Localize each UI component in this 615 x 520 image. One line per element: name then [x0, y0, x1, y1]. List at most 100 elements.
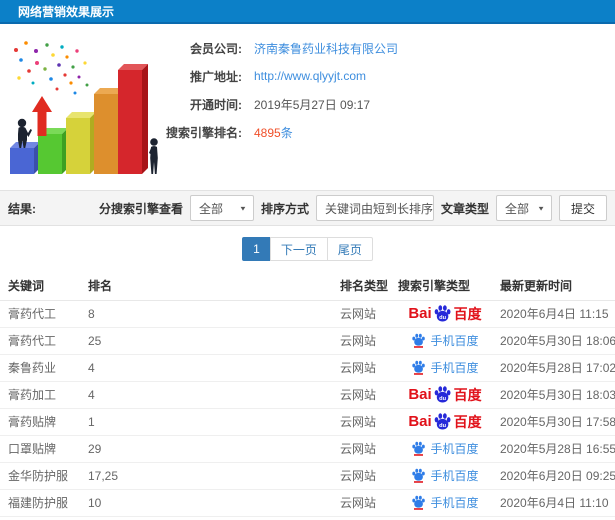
baidu-du-text: du — [439, 396, 446, 402]
mobile-baidu-logo: 手机百度 — [411, 440, 479, 457]
confetti-dots — [14, 41, 89, 95]
keyword-cell: 秦鲁药业 — [0, 354, 80, 382]
rank-cell: 4 — [80, 354, 332, 382]
rank-type-cell: 云网站 — [332, 408, 390, 436]
last-page-button[interactable]: 尾页 — [326, 237, 373, 261]
sort-filter-select[interactable]: 关键词由短到长排序 ▼ — [315, 195, 449, 221]
engine-cell: Bai du 百度 — [390, 408, 492, 436]
updated-cell: 2020年5月28日 17:02 — [492, 354, 615, 382]
article-type-value: 全部 — [504, 201, 529, 216]
updated-cell — [492, 516, 615, 520]
promo-url-label: 推广地址: — [190, 69, 242, 84]
thinking-man-figure — [149, 138, 158, 174]
table-row: 金华防护服 17,25 云网站 Bai du 百度 — [0, 462, 615, 490]
mobile-baidu-paw-icon — [412, 495, 426, 510]
table-row: 福建防护服 10 云网站 Bai du 百度 — [0, 489, 615, 517]
table-row: 口罩贴牌 29 云网站 Bai du 百度 — [0, 435, 615, 463]
engine-cell: Bai du 百度 — [390, 462, 492, 490]
mobile-baidu-text: 手机百度 — [430, 469, 479, 483]
rank-count-value: 4895条 — [254, 124, 293, 141]
table-header-row: 关键词 排名 排名类型 搜索引擎类型 最新更新时间 — [0, 272, 615, 301]
mobile-baidu-paw-icon — [412, 333, 426, 348]
baidu-logo-cn-text: 百度 — [453, 305, 482, 322]
page-title: 网络营销效果展示 — [18, 4, 115, 19]
rank-cell: 1 — [80, 408, 332, 436]
results-table-body: 膏药代工 8 云网站 Bai du 百度 2020年6月4日 11:15 膏药代… — [0, 300, 615, 520]
keyword-cell: 金华防护服 — [0, 462, 80, 490]
rank-cell: 29 — [80, 435, 332, 463]
baidu-logo-cn-text: 百度 — [453, 386, 482, 403]
rank-type-cell: 云网站 — [332, 462, 390, 490]
info-row-rank-count: 搜索引擎排名: 4895条 — [150, 118, 615, 146]
col-header-rank-type: 排名类型 — [332, 272, 390, 301]
keyword-cell: 福建防护服 — [0, 489, 80, 517]
baidu-paw-icon: du — [434, 386, 451, 403]
engine-cell: Bai du 百度 — [390, 435, 492, 463]
mobile-baidu-logo: 手机百度 — [411, 359, 479, 376]
filter-controls: 分搜索引擎查看 全部 ▼ 排序方式 关键词由短到长排序 ▼ 文章类型 全部 ▼ … — [99, 195, 607, 221]
baidu-logo-text: Bai — [408, 413, 432, 430]
table-row: 膏药代工 8 云网站 Bai du 百度 2020年6月4日 11:15 — [0, 300, 615, 328]
bar-red — [118, 64, 148, 174]
baidu-paw-icon: du — [434, 305, 451, 322]
engine-cell: Bai du 百度 — [390, 354, 492, 382]
table-row: 膏药加工 4 云网站 Bai du 百度 2020年5月30日 18:03 — [0, 381, 615, 409]
filter-bar: 结果: 分搜索引擎查看 全部 ▼ 排序方式 关键词由短到长排序 ▼ 文章类型 全… — [0, 190, 615, 226]
mobile-baidu-text: 手机百度 — [430, 361, 479, 375]
engine-cell: Bai du 百度 — [390, 516, 492, 520]
updated-cell: 2020年6月4日 11:15 — [492, 300, 615, 328]
col-header-rank: 排名 — [80, 272, 332, 301]
mobile-baidu-text: 手机百度 — [430, 496, 479, 510]
chevron-down-icon: ▼ — [440, 204, 449, 212]
baidu-logo-cn-text: 百度 — [453, 413, 482, 430]
engine-filter-select[interactable]: 全部 ▼ — [189, 195, 254, 221]
updated-cell: 2020年6月20日 09:25 — [492, 462, 615, 490]
chevron-down-icon: ▼ — [537, 204, 545, 212]
baidu-logo: Bai du 百度 — [408, 412, 481, 432]
company-link[interactable]: 济南秦鲁药业科技有限公司 — [254, 40, 398, 57]
info-row-url: 推广地址: http://www.qlyyjt.com — [150, 62, 615, 90]
pagination: 1 下一页 尾页 — [0, 226, 615, 272]
rank-cell: 8 — [80, 300, 332, 328]
mobile-baidu-logo: 手机百度 — [411, 467, 479, 484]
table-row: 膏药贴牌 1 云网站 Bai du 百度 2020年5月30日 17:58 — [0, 408, 615, 436]
rank-type-cell: 云网站 — [332, 381, 390, 409]
page-1-button[interactable]: 1 — [242, 237, 271, 261]
keyword-cell: 膏药代工 — [0, 300, 80, 328]
engine-cell: Bai du 百度 — [390, 489, 492, 517]
rank-count-unit: 条 — [280, 125, 293, 140]
rank-count-number: 4895 — [254, 125, 281, 140]
updated-cell: 2020年5月30日 17:58 — [492, 408, 615, 436]
company-label: 会员公司: — [190, 41, 242, 56]
sort-filter-value: 关键词由短到长排序 — [324, 201, 433, 216]
keyword-cell: 口罩贴牌 — [0, 435, 80, 463]
updated-cell: 2020年5月28日 16:55 — [492, 435, 615, 463]
table-row: Bai du 百度 — [0, 516, 615, 520]
rank-type-cell: 云网站 — [332, 489, 390, 517]
member-info: 会员公司: 济南秦鲁药业科技有限公司 推广地址: http://www.qlyy… — [150, 24, 615, 146]
mobile-baidu-text: 手机百度 — [430, 334, 479, 348]
chevron-down-icon: ▼ — [239, 204, 247, 212]
bar-yellow — [66, 112, 96, 174]
mobile-baidu-paw-icon — [412, 468, 426, 483]
info-row-company: 会员公司: 济南秦鲁药业科技有限公司 — [150, 34, 615, 62]
engine-cell: Bai du 百度 — [390, 300, 492, 328]
next-page-button[interactable]: 下一页 — [269, 237, 328, 261]
article-type-select[interactable]: 全部 ▼ — [495, 195, 552, 221]
mobile-baidu-logo: 手机百度 — [411, 494, 479, 511]
baidu-du-text: du — [439, 423, 446, 429]
rank-type-cell — [332, 516, 390, 520]
mobile-baidu-paw-icon — [412, 441, 426, 456]
rank-type-cell: 云网站 — [332, 354, 390, 382]
engine-cell: Bai du 百度 — [390, 381, 492, 409]
mobile-baidu-logo: 手机百度 — [411, 332, 479, 349]
promo-url-link[interactable]: http://www.qlyyjt.com — [254, 69, 366, 83]
open-time-label: 开通时间: — [190, 97, 242, 112]
submit-button[interactable]: 提交 — [558, 195, 607, 221]
page: 网络营销效果展示 会员公司: 济南秦鲁药业科技有限公司 推广地址: http:/… — [0, 0, 615, 520]
info-row-open-time: 开通时间: 2019年5月27日 09:17 — [150, 90, 615, 118]
bar-chart-illustration — [6, 36, 162, 180]
updated-cell: 2020年5月30日 18:03 — [492, 381, 615, 409]
sort-filter-label: 排序方式 — [260, 201, 309, 216]
open-time-value: 2019年5月27日 09:17 — [254, 97, 371, 112]
